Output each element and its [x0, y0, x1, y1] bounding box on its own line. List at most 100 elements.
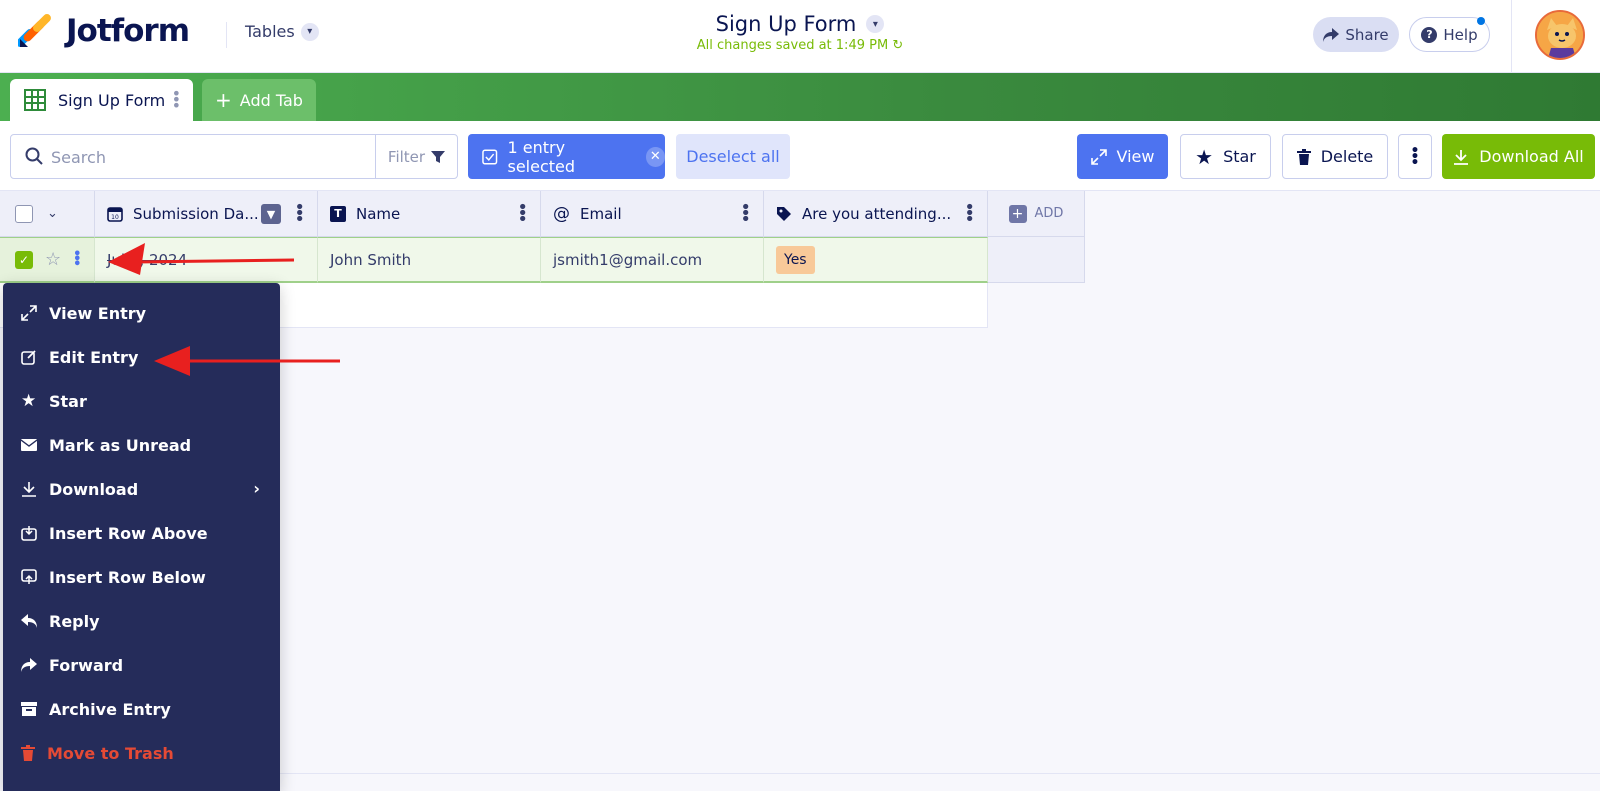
star-icon: ★ [1195, 144, 1214, 169]
column-header-attending[interactable]: Are you attending... • • • [764, 191, 988, 237]
question-icon: ? [1421, 26, 1438, 43]
menu-item-forward[interactable]: Forward [3, 643, 280, 687]
avatar-illustration [1537, 12, 1583, 58]
table-header-row: ⌄ 10 Submission Da... ▼ • • • T Name • • • @… [0, 191, 1085, 237]
menu-item-archive-entry[interactable]: Archive Entry [3, 687, 280, 731]
menu-item-insert-row-below[interactable]: Insert Row Below [3, 555, 280, 599]
form-title-area: Sign Up Form ▾ All changes saved at 1:49… [600, 12, 1000, 53]
select-all-checkbox[interactable] [15, 204, 33, 223]
envelope-icon [21, 439, 37, 451]
insert-below-icon [21, 569, 37, 584]
forward-icon [21, 658, 37, 672]
user-avatar[interactable] [1535, 10, 1585, 60]
column-label: Submission Da... [133, 204, 259, 223]
filter-funnel-icon [431, 150, 446, 163]
table-grid-icon [24, 89, 46, 111]
tab-sign-up-form[interactable]: Sign Up Form • • • [10, 79, 193, 121]
filter-button[interactable]: Filter [375, 135, 457, 178]
tag-icon [777, 206, 791, 221]
deselect-all-button[interactable]: Deselect all [676, 134, 790, 179]
reply-icon [21, 614, 37, 628]
menu-item-reply[interactable]: Reply [3, 599, 280, 643]
archive-icon [21, 702, 37, 716]
selection-pill: 1 entry selected ✕ [468, 134, 665, 179]
delete-button[interactable]: Delete [1282, 134, 1388, 179]
star-button[interactable]: ★ Star [1180, 134, 1271, 179]
share-button[interactable]: Share [1313, 17, 1399, 52]
save-status: All changes saved at 1:49 PM ↻ [600, 38, 1000, 53]
filter-label: Filter [387, 147, 426, 166]
table-row[interactable]: ✓ ☆ • • • Jul 3, 2024 John Smith jsmith1@g… [0, 237, 988, 283]
form-title[interactable]: Sign Up Form ▾ [716, 12, 885, 36]
column-more-icon[interactable]: • • • [294, 199, 305, 229]
toolbar: Filter 1 entry selected ✕ Deselect all V… [0, 121, 1600, 191]
menu-item-star[interactable]: ★ Star [3, 379, 280, 423]
column-more-icon[interactable]: • • • [740, 199, 751, 229]
header-divider [226, 22, 227, 48]
trash-icon [21, 745, 35, 761]
text-icon: T [330, 205, 346, 222]
menu-item-edit-entry[interactable]: Edit Entry [3, 335, 280, 379]
chevron-down-icon: ▾ [300, 22, 319, 41]
star-outline-icon[interactable]: ☆ [45, 249, 61, 270]
tab-bar: Sign Up Form • • • + Add Tab [0, 73, 1600, 121]
clear-selection-icon[interactable]: ✕ [645, 146, 665, 167]
menu-item-label: View Entry [49, 303, 147, 323]
menu-item-download[interactable]: Download › [3, 467, 280, 511]
plus-square-icon: + [1008, 204, 1027, 223]
selection-count: 1 entry selected [507, 137, 576, 176]
cell-name[interactable]: John Smith [318, 237, 541, 283]
row-menu-icon[interactable]: • • • [73, 248, 81, 271]
deselect-label: Deselect all [686, 147, 780, 166]
column-more-icon[interactable]: • • • [964, 199, 975, 229]
refresh-icon: ↻ [892, 38, 904, 53]
pin-icon[interactable]: ▼ [261, 204, 281, 224]
menu-item-label: Move to Trash [47, 743, 174, 763]
column-header-email[interactable]: @ Email • • • [541, 191, 764, 237]
edit-icon [21, 350, 36, 365]
menu-item-move-to-trash[interactable]: Move to Trash [3, 731, 280, 775]
column-header-submission-date[interactable]: 10 Submission Da... ▼ • • • [95, 191, 318, 237]
checkbox-icon [482, 148, 498, 165]
download-all-button[interactable]: Download All [1442, 134, 1595, 179]
chevron-down-icon[interactable]: ⌄ [47, 206, 58, 221]
menu-item-view-entry[interactable]: View Entry [3, 291, 280, 335]
cell-email[interactable]: jsmith1@gmail.com [541, 237, 764, 283]
column-header-name[interactable]: T Name • • • [318, 191, 541, 237]
row-context-menu: View Entry Edit Entry ★ Star Mark as Unr… [3, 283, 280, 791]
row-checkbox[interactable]: ✓ [15, 250, 33, 269]
more-options-button[interactable]: • • • [1398, 134, 1432, 179]
jotform-logo[interactable]: Jotform [18, 13, 190, 49]
chevron-down-icon: ▾ [866, 15, 885, 33]
add-tab-button[interactable]: + Add Tab [202, 79, 316, 121]
at-icon: @ [553, 203, 570, 224]
column-more-icon[interactable]: • • • [517, 199, 528, 229]
view-button[interactable]: View [1077, 134, 1168, 179]
divider [280, 773, 1600, 774]
column-label: Name [356, 204, 401, 223]
menu-item-label: Forward [49, 655, 124, 675]
menu-item-label: Insert Row Above [49, 523, 208, 543]
tables-dropdown[interactable]: Tables ▾ [245, 22, 319, 41]
cell-submission-date[interactable]: Jul 3, 2024 [95, 237, 318, 283]
column-label: Email [580, 204, 622, 223]
search-input[interactable] [51, 145, 361, 169]
tab-more-icon[interactable]: • • • [172, 86, 181, 114]
form-title-text: Sign Up Form [715, 12, 857, 36]
menu-item-label: Mark as Unread [49, 435, 192, 455]
add-column-button[interactable]: + ADD [988, 191, 1085, 237]
add-column-label: ADD [1034, 206, 1064, 221]
search-box: Filter [10, 134, 458, 179]
jotform-logo-icon [18, 14, 51, 47]
help-button[interactable]: ? Help [1409, 17, 1490, 52]
row-controls: ✓ ☆ • • • [0, 237, 95, 283]
cell-attending[interactable]: Yes [764, 237, 988, 283]
menu-item-insert-row-above[interactable]: Insert Row Above [3, 511, 280, 555]
tables-label: Tables [245, 22, 295, 41]
expand-icon [21, 305, 37, 321]
cell-text: jsmith1@gmail.com [553, 250, 703, 269]
app-header: Jotform Tables ▾ Sign Up Form ▾ All chan… [0, 0, 1600, 73]
menu-item-mark-unread[interactable]: Mark as Unread [3, 423, 280, 467]
calendar-icon: 10 [107, 206, 123, 222]
menu-item-label: Insert Row Below [49, 567, 206, 587]
